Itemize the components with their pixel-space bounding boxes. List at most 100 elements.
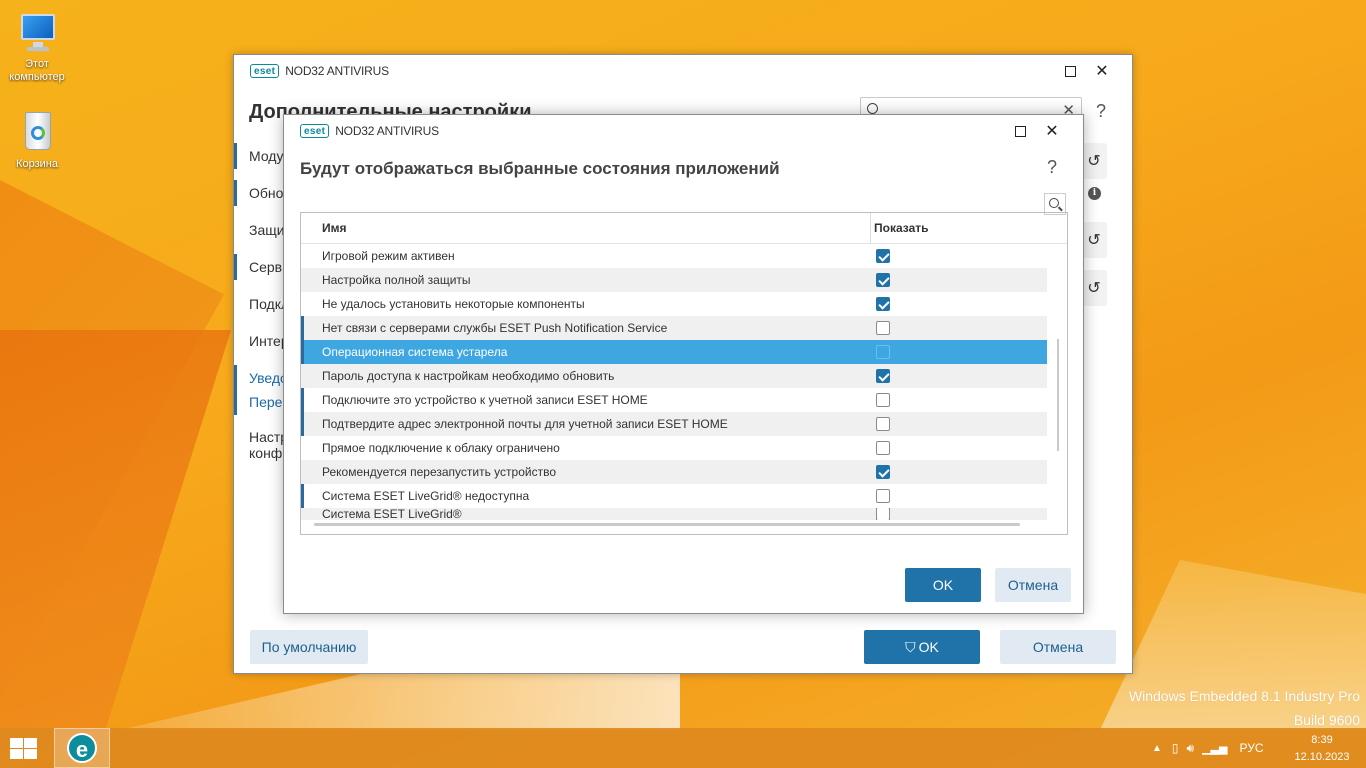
table-row[interactable]: Нет связи с серверами службы ESET Push N… — [301, 316, 1047, 340]
os-watermark: Windows Embedded 8.1 Industry Pro Build … — [1129, 684, 1360, 732]
undo-icon: ↺ — [1087, 232, 1101, 249]
table-row[interactable]: Настройка полной защиты — [301, 268, 1047, 292]
search-icon — [867, 103, 878, 114]
clock[interactable]: 8:39 12.10.2023 — [1290, 732, 1354, 766]
horizontal-scrollbar[interactable] — [314, 523, 1020, 526]
table-header: Имя Показать — [301, 213, 1067, 244]
show-checkbox[interactable] — [876, 321, 890, 335]
revert-button[interactable]: ↺ — [1081, 222, 1107, 258]
table-row[interactable]: Рекомендуется перезапустить устройство — [301, 460, 1047, 484]
sidebar-item-privacy[interactable]: Настройки конфиденциальности — [234, 429, 284, 465]
main-ok-button[interactable]: ⛉ OK — [864, 630, 980, 664]
status-name: Система ESET LiveGrid® недоступна — [322, 489, 530, 503]
table-row[interactable]: Система ESET LiveGrid® недоступна — [301, 484, 1047, 508]
maximize-button[interactable] — [1010, 121, 1030, 141]
sidebar-item-update[interactable]: Обновление — [234, 180, 284, 206]
show-checkbox[interactable] — [876, 508, 890, 520]
default-button[interactable]: По умолчанию — [250, 630, 368, 664]
statuses-table: Имя Показать Игровой режим активен Настро… — [300, 212, 1068, 535]
volume-icon[interactable]: 🔊︎ — [1187, 741, 1195, 756]
show-checkbox[interactable] — [876, 489, 890, 503]
show-checkbox[interactable] — [876, 441, 890, 455]
table-row[interactable]: Подключите это устройство к учетной запи… — [301, 388, 1047, 412]
dialog-cancel-button[interactable]: Отмена — [995, 568, 1071, 602]
status-name: Прямое подключение к облаку ограничено — [322, 441, 560, 455]
shield-icon: ⛉ — [905, 638, 916, 655]
help-icon[interactable]: ? — [1096, 101, 1106, 122]
sidebar-item-protection[interactable]: Защита — [234, 217, 284, 243]
search-icon — [1049, 198, 1059, 208]
table-row[interactable]: Пароль доступа к настройкам необходимо о… — [301, 364, 1047, 388]
sidebar-item-notifications[interactable]: Уведомления — [234, 365, 284, 391]
status-name: Пароль доступа к настройкам необходимо о… — [322, 369, 615, 383]
network-icon[interactable]: ▁▃▅ — [1202, 742, 1227, 755]
desktop-icon-this-pc[interactable]: Этот компьютер — [2, 10, 72, 84]
main-ok-label: OK — [918, 639, 939, 655]
table-row[interactable]: Прямое подключение к облаку ограничено — [301, 436, 1047, 460]
computer-icon — [15, 10, 59, 54]
close-icon: ✕ — [1095, 63, 1109, 80]
sidebar-item-interface[interactable]: Интерфейс — [234, 328, 284, 354]
show-checkbox[interactable] — [876, 273, 890, 287]
desktop-icon-recycle-bin[interactable]: Корзина — [2, 110, 72, 171]
main-titlebar[interactable]: eset NOD32 ANTIVIRUS ✕ — [234, 55, 1132, 87]
tray-expand-icon[interactable]: ▲ — [1152, 743, 1162, 754]
status-name: Настройка полной защиты — [322, 273, 471, 287]
table-row[interactable]: Не удалось установить некоторые компонен… — [301, 292, 1047, 316]
eset-logo: eset — [300, 124, 330, 138]
show-checkbox[interactable] — [876, 345, 890, 359]
language-indicator[interactable]: РУС — [1239, 741, 1263, 755]
help-icon[interactable]: ? — [1047, 157, 1057, 178]
sidebar-item-forwarding[interactable]: Переадресация — [234, 389, 284, 415]
status-name: Подключите это устройство к учетной запи… — [322, 393, 648, 407]
table-row[interactable]: Операционная система устарела — [301, 340, 1047, 364]
eset-logo: eset — [250, 64, 280, 78]
undo-icon: ↺ — [1087, 153, 1101, 170]
show-checkbox[interactable] — [876, 393, 890, 407]
table-row[interactable]: Подтвердите адрес электронной почты для … — [301, 412, 1047, 436]
maximize-button[interactable] — [1060, 61, 1080, 81]
status-name: Не удалось установить некоторые компонен… — [322, 297, 585, 311]
desktop-icon-label: Этот компьютер — [9, 58, 65, 83]
show-checkbox[interactable] — [876, 249, 890, 263]
sidebar-item-tools[interactable]: Сервис — [234, 254, 284, 280]
maximize-icon — [1064, 65, 1076, 77]
app-statuses-dialog: eset NOD32 ANTIVIRUS ✕ Будут отображатьс… — [283, 114, 1084, 614]
show-checkbox[interactable] — [876, 465, 890, 479]
desktop-icon-label: Корзина — [16, 158, 58, 170]
show-checkbox[interactable] — [876, 369, 890, 383]
show-checkbox[interactable] — [876, 417, 890, 431]
clock-date: 12.10.2023 — [1294, 751, 1350, 763]
dialog-titlebar[interactable]: eset NOD32 ANTIVIRUS ✕ — [284, 115, 1083, 147]
taskbar: e ▲ ▯ 🔊︎ ▁▃▅ РУС 8:39 12.10.2023 — [0, 728, 1366, 768]
close-button[interactable]: ✕ — [1092, 61, 1112, 81]
system-tray: ▲ ▯ 🔊︎ ▁▃▅ РУС — [1152, 728, 1264, 768]
taskbar-eset-app[interactable]: e — [54, 728, 110, 768]
show-checkbox[interactable] — [876, 297, 890, 311]
table-row[interactable]: Игровой режим активен — [301, 244, 1047, 268]
sidebar-item-connectivity[interactable]: Подключения — [234, 291, 284, 317]
sidebar-item-modules[interactable]: Модули — [234, 143, 284, 169]
close-button[interactable]: ✕ — [1042, 121, 1062, 141]
eset-app-icon: e — [67, 733, 97, 763]
clock-time: 8:39 — [1311, 734, 1333, 746]
revert-button[interactable]: ↺ — [1081, 270, 1107, 306]
dialog-title: Будут отображаться выбранные состояния п… — [300, 159, 780, 178]
maximize-icon — [1014, 125, 1026, 137]
recycle-bin-icon — [15, 110, 59, 154]
dialog-ok-button[interactable]: OK — [905, 568, 981, 602]
status-name: Игровой режим активен — [322, 249, 455, 263]
info-icon[interactable]: i — [1088, 187, 1101, 200]
start-button[interactable] — [8, 737, 38, 759]
undo-icon: ↺ — [1087, 280, 1101, 297]
close-icon: ✕ — [1045, 123, 1059, 140]
column-header-show[interactable]: Показать — [871, 213, 929, 243]
action-center-icon[interactable]: ▯ — [1172, 741, 1179, 755]
os-edition: Windows Embedded 8.1 Industry Pro — [1128, 688, 1360, 704]
column-header-name[interactable]: Имя — [301, 213, 871, 243]
revert-button[interactable]: ↺ — [1081, 143, 1107, 179]
status-name: Рекомендуется перезапустить устройство — [322, 465, 556, 479]
main-cancel-button[interactable]: Отмена — [1000, 630, 1116, 664]
vertical-scrollbar[interactable] — [1057, 339, 1059, 451]
table-row[interactable]: Система ESET LiveGrid® — [301, 508, 1047, 520]
